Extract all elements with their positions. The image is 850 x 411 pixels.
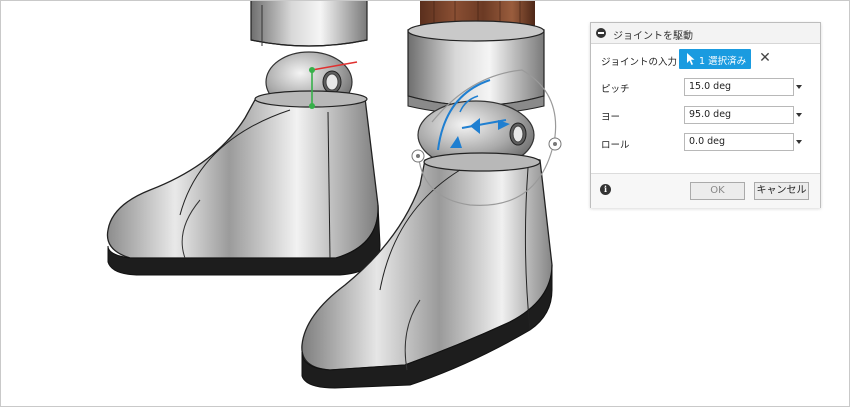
info-icon[interactable]: i	[600, 184, 611, 195]
pitch-value: 15.0 deg	[689, 81, 732, 92]
dropdown-caret-icon[interactable]	[796, 113, 802, 117]
yaw-value: 95.0 deg	[689, 109, 732, 120]
pitch-input[interactable]: 15.0 deg	[684, 78, 794, 96]
roll-input[interactable]: 0.0 deg	[684, 133, 794, 151]
yaw-label: ヨー	[601, 112, 621, 123]
dialog-footer: i OK キャンセル	[591, 173, 820, 208]
yaw-input[interactable]: 95.0 deg	[684, 106, 794, 124]
dialog-title: ジョイントを駆動	[613, 31, 693, 42]
clear-icon[interactable]: ✕	[758, 50, 772, 66]
joint-selection-button[interactable]: 1 選択済み	[679, 49, 751, 69]
cancel-button[interactable]: キャンセル	[754, 182, 809, 200]
joint-input-label: ジョイントの入力	[601, 57, 678, 68]
cursor-icon	[687, 53, 695, 65]
roll-value: 0.0 deg	[689, 136, 726, 147]
dropdown-caret-icon[interactable]	[796, 85, 802, 89]
collapse-icon[interactable]	[596, 28, 606, 38]
drive-joints-dialog: ジョイントを駆動 ジョイントの入力 1 選択済み ✕ ピッチ 15.0 deg …	[590, 22, 821, 208]
ok-button[interactable]: OK	[690, 182, 745, 200]
selection-count: 1 選択済み	[699, 56, 747, 67]
dropdown-caret-icon[interactable]	[796, 140, 802, 144]
dialog-header[interactable]: ジョイントを駆動	[591, 23, 820, 44]
roll-label: ロール	[601, 140, 630, 151]
left-boot	[106, 90, 381, 276]
pitch-label: ピッチ	[601, 84, 630, 95]
